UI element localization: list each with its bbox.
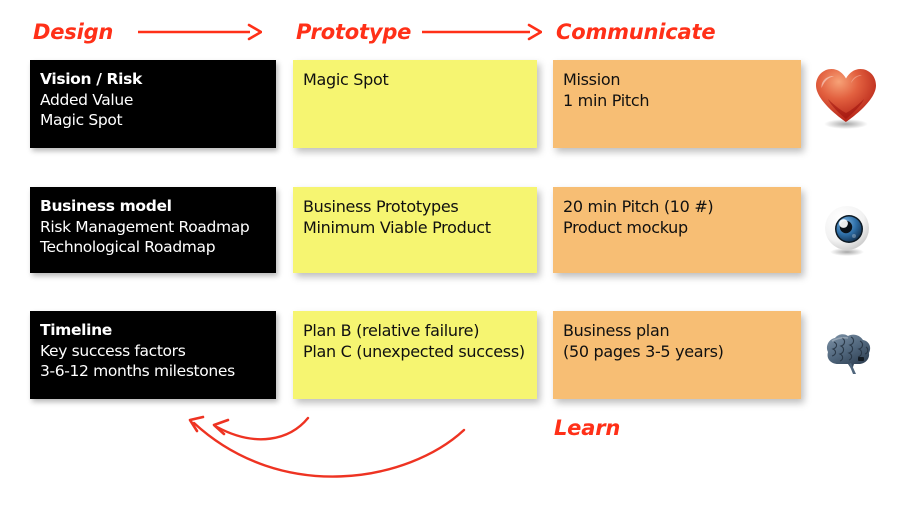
- curved-left-arrow-icon-long: [188, 415, 466, 478]
- communicate-box-row-2[interactable]: 20 min Pitch (10 #) Product mockup: [553, 187, 801, 273]
- box-line: Minimum Viable Product: [303, 218, 491, 238]
- design-box-row-1[interactable]: Vision / Risk Added Value Magic Spot: [30, 60, 276, 148]
- design-box-row-3[interactable]: Timeline Key success factors 3-6-12 mont…: [30, 311, 276, 399]
- design-box-row-2[interactable]: Business model Risk Management Roadmap T…: [30, 187, 276, 273]
- brain-icon: [820, 330, 874, 380]
- communicate-box-row-1[interactable]: Mission 1 min Pitch: [553, 60, 801, 148]
- box-line: Magic Spot: [40, 111, 123, 130]
- box-line: Key success factors: [40, 341, 186, 360]
- communicate-box-row-3[interactable]: Business plan (50 pages 3-5 years): [553, 311, 801, 399]
- box-line: 3-6-12 months milestones: [40, 362, 235, 381]
- feedback-loop-arrows: [140, 400, 570, 524]
- box-line: 1 min Pitch: [563, 91, 650, 111]
- prototype-box-row-1[interactable]: Magic Spot: [293, 60, 537, 148]
- column-header-design: Design: [33, 20, 114, 44]
- box-line: Business Prototypes: [303, 197, 459, 216]
- box-line: Risk Management Roadmap: [40, 217, 250, 236]
- box-line: Vision / Risk: [40, 70, 142, 88]
- box-line: Added Value: [40, 90, 134, 109]
- column-header-communicate: Communicate: [556, 20, 716, 44]
- column-header-prototype: Prototype: [296, 20, 412, 44]
- box-line: Magic Spot: [303, 70, 389, 89]
- box-line: Timeline: [40, 321, 112, 339]
- box-line: (50 pages 3-5 years): [563, 342, 724, 362]
- right-arrow-icon-prototype-to-communicate: [422, 18, 543, 46]
- box-line: Business model: [40, 197, 172, 215]
- heart-icon: [812, 66, 880, 130]
- box-line: Mission: [563, 70, 621, 89]
- prototype-box-row-2[interactable]: Business Prototypes Minimum Viable Produ…: [293, 187, 537, 273]
- learn-label: Learn: [554, 416, 621, 440]
- eye-icon: [820, 205, 874, 257]
- box-line: 20 min Pitch (10 #): [563, 197, 714, 216]
- diagram-canvas: Design Prototype Communicate Vision / Ri…: [0, 0, 897, 524]
- box-line: Plan B (relative failure): [303, 321, 480, 340]
- box-line: Plan C (unexpected success): [303, 342, 525, 362]
- prototype-box-row-3[interactable]: Plan B (relative failure) Plan C (unexpe…: [293, 311, 537, 399]
- right-arrow-icon-design-to-prototype: [138, 18, 263, 46]
- curved-left-arrow-icon-short: [212, 416, 310, 441]
- box-line: Business plan: [563, 321, 670, 340]
- box-line: Technological Roadmap: [40, 238, 216, 257]
- box-line: Product mockup: [563, 218, 688, 238]
